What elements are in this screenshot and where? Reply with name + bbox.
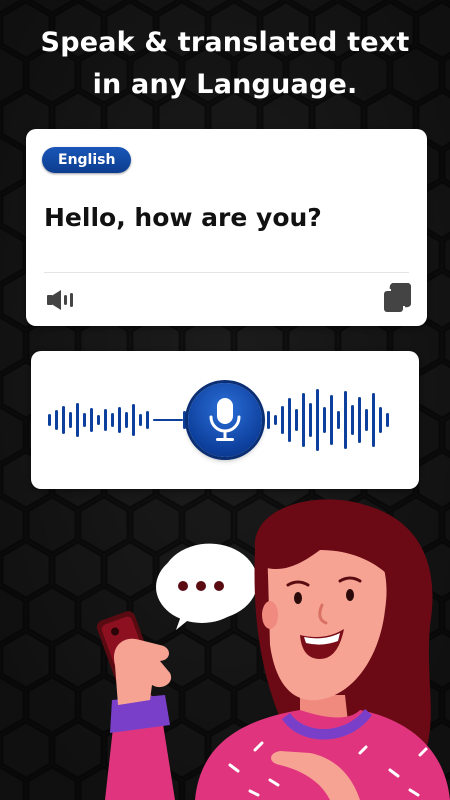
microphone-button[interactable]	[188, 383, 262, 457]
divider	[44, 272, 409, 273]
woman-with-phone-illustration	[96, 499, 450, 800]
headline: Speak & translated text in any Language.	[0, 22, 450, 106]
language-badge[interactable]: English	[42, 147, 132, 173]
microphone-icon	[209, 398, 241, 441]
speaker-icon[interactable]	[46, 289, 78, 311]
copy-icon[interactable]	[383, 283, 411, 313]
headline-line-2: in any Language.	[92, 69, 358, 100]
headline-line-1: Speak & translated text	[40, 27, 410, 58]
translated-text: Hello, how are you?	[44, 203, 322, 232]
translation-card: English Hello, how are you?	[26, 129, 427, 326]
voice-input-card	[31, 351, 419, 489]
speech-bubble-icon	[156, 543, 258, 630]
